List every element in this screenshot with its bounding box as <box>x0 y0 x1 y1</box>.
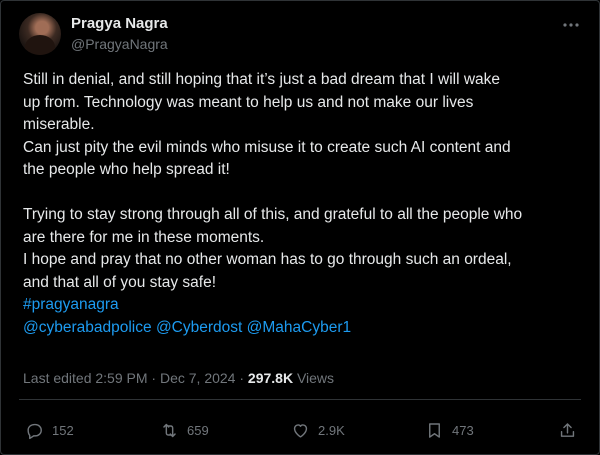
mention-link[interactable]: @cyberabadpolice <box>23 319 152 336</box>
post-line: I hope and pray that no other woman has … <box>23 251 512 268</box>
post-line: miserable. <box>23 116 95 133</box>
post-card: Pragya Nagra @PragyaNagra Still in denia… <box>0 0 600 455</box>
like-button[interactable]: 2.9K <box>291 413 345 447</box>
post-line: Trying to stay strong through all of thi… <box>23 206 523 223</box>
bookmark-count: 473 <box>452 422 474 438</box>
mention-link[interactable]: @MahaCyber1 <box>247 319 351 336</box>
repost-button[interactable]: 659 <box>160 413 209 447</box>
post-line: and that all of you stay safe! <box>23 273 217 291</box>
action-bar: 152 659 2.9K 473 <box>1 413 599 447</box>
post-line: up from. Technology was meant to help us… <box>23 93 474 111</box>
repost-icon <box>163 423 176 437</box>
post-meta: Last edited 2:59 PM · Dec 7, 2024 · 297.… <box>23 370 334 386</box>
post-line: Still in denial, and still hoping that i… <box>23 71 501 88</box>
post-line: are there for me in these moments. <box>23 228 265 246</box>
bookmark-icon <box>429 422 440 438</box>
share-icon <box>560 422 575 437</box>
reply-icon <box>27 423 42 439</box>
bookmark-button[interactable]: 473 <box>425 413 474 447</box>
hashtag-link[interactable]: #pragyanagra <box>23 296 119 313</box>
reply-button[interactable]: 152 <box>25 413 74 447</box>
views-count: 297.8K <box>247 370 294 386</box>
views-label: Views <box>296 370 335 386</box>
more-icon[interactable] <box>561 15 581 35</box>
mention-link[interactable]: @Cyberdost <box>156 319 242 336</box>
divider <box>19 399 581 400</box>
repost-count: 659 <box>187 422 209 438</box>
author-name[interactable]: Pragya Nagra <box>71 15 168 32</box>
author-handle[interactable]: @PragyaNagra <box>71 36 168 52</box>
post-text: Still in denial, and still hoping that i… <box>23 69 583 339</box>
heart-icon <box>293 423 308 438</box>
post-line: the people who help spread it! <box>23 161 230 178</box>
like-count: 2.9K <box>318 422 345 438</box>
reply-count: 152 <box>52 422 74 438</box>
share-button[interactable] <box>558 413 577 447</box>
edited-timestamp[interactable]: Last edited 2:59 PM · Dec 7, 2024 · <box>23 370 244 386</box>
post-line: Can just pity the evil minds who misuse … <box>23 138 511 156</box>
avatar[interactable] <box>19 13 61 55</box>
